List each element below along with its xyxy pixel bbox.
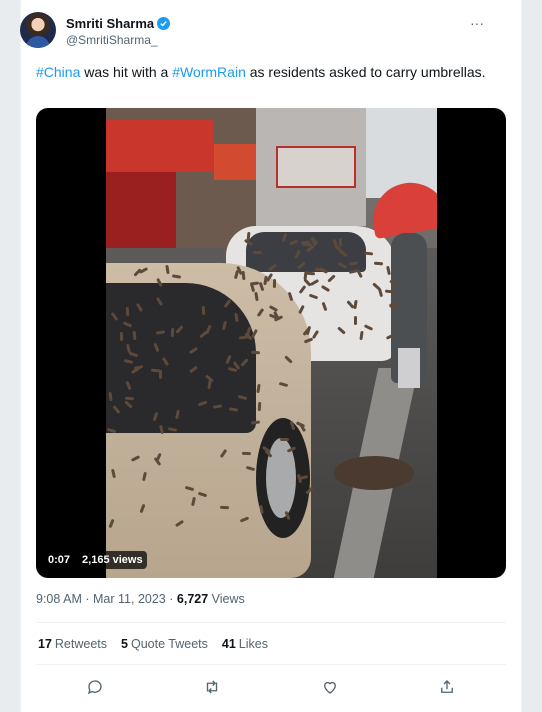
author-handle[interactable]: @SmritiSharma_ [66, 33, 158, 47]
tweet-text-end: as residents asked to carry umbrellas. [245, 64, 486, 80]
avatar[interactable] [20, 12, 56, 48]
retweets-label: Retweets [54, 637, 108, 651]
likes-count: 41 [221, 637, 236, 651]
tweet-header: Smriti Sharma @SmritiSharma_ ··· [20, 12, 490, 54]
video-overlay: 0:07 2,165 views [44, 551, 147, 569]
video-frame [106, 108, 437, 578]
likes-stat[interactable]: 41 Likes [222, 637, 268, 651]
tweet-date[interactable]: Mar 11, 2023 [93, 592, 166, 606]
tweet-stats: 17 Retweets 5 Quote Tweets 41 Likes [38, 637, 268, 651]
reply-icon[interactable] [84, 676, 106, 698]
video-time: 0:07 [44, 551, 75, 569]
share-icon[interactable] [436, 676, 458, 698]
tweet-text: #China was hit with a #WormRain as resid… [36, 63, 496, 81]
like-icon[interactable] [319, 676, 341, 698]
views-label: Views [211, 592, 245, 606]
hashtag-wormrain-link[interactable]: #WormRain [172, 64, 246, 80]
video-player[interactable]: 0:07 2,165 views [36, 108, 506, 578]
tweet-meta: 9:08 AM · Mar 11, 2023 · 6,727 Views [36, 592, 245, 606]
more-options-icon[interactable]: ··· [468, 14, 486, 32]
retweets-count: 17 [38, 637, 52, 651]
tweet-time[interactable]: 9:08 AM [36, 592, 82, 606]
quotes-stat[interactable]: 5 Quote Tweets [121, 637, 208, 651]
quotes-label: Quote Tweets [130, 637, 208, 651]
video-views: 2,165 views [78, 551, 147, 569]
retweets-stat[interactable]: 17 Retweets [38, 637, 107, 651]
hashtag-china-link[interactable]: #China [36, 64, 80, 80]
views-count: 6,727 [176, 592, 209, 606]
quotes-count: 5 [121, 637, 128, 651]
meta-separator: · [169, 592, 174, 606]
retweet-icon[interactable] [201, 676, 223, 698]
author-name-row: Smriti Sharma [66, 14, 171, 32]
tweet-text-mid: was hit with a [80, 64, 173, 80]
meta-separator: · [85, 592, 90, 606]
action-bar [36, 676, 506, 698]
divider [36, 622, 506, 623]
likes-label: Likes [238, 637, 268, 651]
divider [36, 664, 506, 665]
verified-badge-icon [157, 16, 171, 30]
display-name[interactable]: Smriti Sharma [66, 16, 154, 31]
